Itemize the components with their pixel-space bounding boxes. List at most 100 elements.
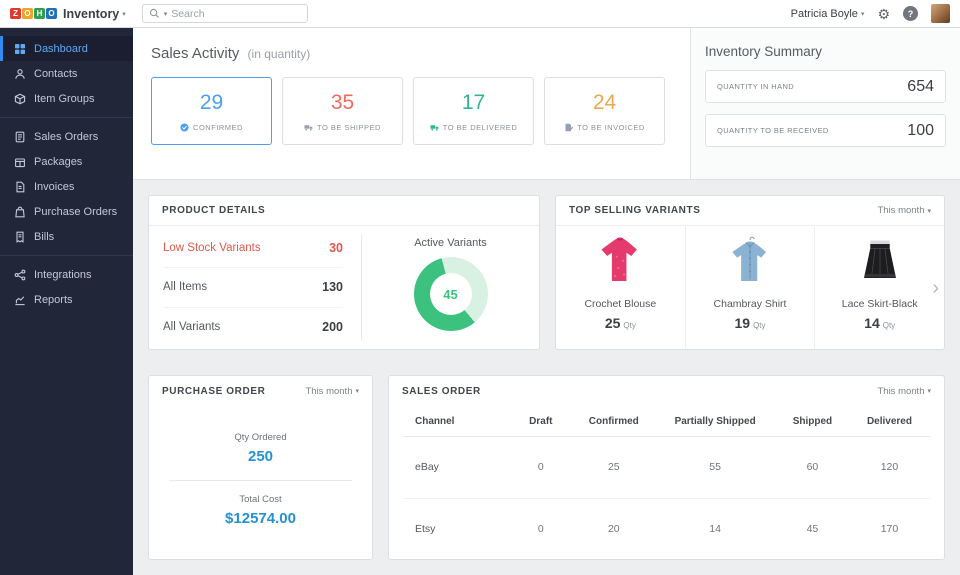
purchase-order-title: PURCHASE ORDER bbox=[162, 385, 266, 397]
top-selling-item-lace-skirt[interactable]: Lace Skirt-Black 14 Qty bbox=[815, 226, 944, 349]
sidebar-item-integrations[interactable]: Integrations bbox=[0, 262, 133, 287]
sidebar-item-label: Reports bbox=[34, 293, 73, 306]
purchase-order-card: PURCHASE ORDER This month ▾ Qty Ordered 2… bbox=[148, 375, 373, 560]
lace-skirt-image bbox=[855, 233, 905, 293]
top-selling-header: TOP SELLING VARIANTS This month ▾ bbox=[556, 196, 944, 226]
qty-ordered-label: Qty Ordered bbox=[234, 432, 287, 443]
topbar: Z O H O Inventory ▾ ▾ Patricia Boyle ▾ ⚙… bbox=[0, 0, 960, 28]
sales-activity-panel: Sales Activity (in quantity) 29 CONFIRME… bbox=[133, 28, 690, 179]
sidebar-item-purchase-orders[interactable]: Purchase Orders bbox=[0, 199, 133, 224]
active-variants-value: 45 bbox=[443, 286, 458, 302]
crochet-blouse-image bbox=[591, 233, 649, 293]
inventory-summary-panel: Inventory Summary QUANTITY IN HAND 654 Q… bbox=[690, 28, 960, 179]
top-selling-filter[interactable]: This month ▾ bbox=[877, 205, 931, 216]
bills-icon bbox=[13, 230, 26, 243]
delivery-truck-icon bbox=[430, 124, 439, 131]
active-variants-donut-hole: 45 bbox=[429, 273, 472, 315]
purchase-orders-icon bbox=[13, 205, 26, 218]
sidebar-item-label: Sales Orders bbox=[34, 130, 99, 143]
product-details-list: Low Stock Variants 30 All Items 130 All … bbox=[149, 226, 361, 349]
to-be-invoiced-card[interactable]: 24 TO BE INVOICED bbox=[544, 77, 665, 145]
sales-order-filter[interactable]: This month ▾ bbox=[877, 386, 931, 397]
active-variants-label: Active Variants bbox=[414, 237, 487, 249]
app-switcher-caret-icon[interactable]: ▾ bbox=[122, 10, 126, 18]
user-menu-caret-icon: ▾ bbox=[860, 10, 865, 18]
search-category-caret-icon[interactable]: ▾ bbox=[164, 10, 168, 18]
top-selling-item-crochet-blouse[interactable]: Crochet Blouse 25 Qty bbox=[556, 226, 686, 349]
search-icon bbox=[149, 8, 159, 18]
user-menu[interactable]: Patricia Boyle ▾ bbox=[791, 8, 865, 20]
sidebar-item-label: Item Groups bbox=[34, 92, 95, 105]
sidebar-item-label: Packages bbox=[34, 155, 83, 168]
packages-icon bbox=[13, 155, 26, 168]
logo-letter-z: Z bbox=[10, 8, 21, 19]
to-be-delivered-card[interactable]: 17 TO BE DELIVERED bbox=[413, 77, 534, 145]
total-cost-value: $12574.00 bbox=[225, 510, 296, 527]
purchase-order-body: Qty Ordered 250 Total Cost $12574.00 bbox=[149, 406, 372, 559]
to-be-delivered-count: 17 bbox=[461, 90, 486, 114]
sales-order-header: SALES ORDER This month ▾ bbox=[389, 376, 944, 406]
product-details-title: PRODUCT DETAILS bbox=[162, 205, 266, 216]
truck-icon bbox=[304, 124, 313, 131]
integrations-icon bbox=[13, 268, 26, 281]
confirmed-card[interactable]: 29 CONFIRMED bbox=[151, 77, 272, 145]
sidebar: Dashboard Contacts Item Groups Sales Ord… bbox=[0, 28, 133, 575]
item-groups-icon bbox=[13, 92, 26, 105]
sidebar-item-label: Invoices bbox=[34, 180, 75, 193]
sidebar-item-invoices[interactable]: Invoices bbox=[0, 174, 133, 199]
quantity-to-be-received-value: 100 bbox=[907, 121, 934, 139]
sidebar-item-bills[interactable]: Bills bbox=[0, 224, 133, 249]
to-be-shipped-card[interactable]: 35 TO BE SHIPPED bbox=[282, 77, 403, 145]
table-row-ebay: eBay 0 25 55 60 120 bbox=[403, 437, 930, 499]
filter-caret-icon: ▾ bbox=[927, 207, 931, 215]
invoices-icon bbox=[13, 180, 26, 193]
sidebar-item-contacts[interactable]: Contacts bbox=[0, 61, 133, 86]
to-be-invoiced-count: 24 bbox=[592, 90, 617, 114]
user-avatar[interactable] bbox=[931, 4, 950, 23]
dashboard-icon bbox=[13, 42, 26, 55]
purchase-order-header: PURCHASE ORDER This month ▾ bbox=[149, 376, 372, 406]
quantity-in-hand-row: QUANTITY IN HAND 654 bbox=[705, 70, 946, 103]
to-be-shipped-label: TO BE SHIPPED bbox=[304, 123, 381, 132]
sidebar-separator bbox=[0, 249, 133, 262]
top-strip: Sales Activity (in quantity) 29 CONFIRME… bbox=[133, 28, 960, 180]
all-items-row[interactable]: All Items 130 bbox=[163, 268, 343, 308]
to-be-shipped-count: 35 bbox=[330, 90, 355, 114]
quantity-to-be-received-label: QUANTITY TO BE RECEIVED bbox=[717, 126, 829, 135]
sales-activity-title: Sales Activity (in quantity) bbox=[151, 45, 690, 62]
top-selling-item-chambray-shirt[interactable]: Chambray Shirt 19 Qty bbox=[686, 226, 816, 349]
confirmed-count: 29 bbox=[199, 90, 224, 114]
logo-letter-o1: O bbox=[22, 8, 33, 19]
purchase-order-filter[interactable]: This month ▾ bbox=[305, 386, 359, 397]
all-variants-row[interactable]: All Variants 200 bbox=[163, 308, 343, 346]
zoho-logo[interactable]: Z O H O Inventory ▾ bbox=[10, 7, 126, 21]
sidebar-item-label: Dashboard bbox=[34, 42, 88, 55]
carousel-next-icon[interactable]: › bbox=[930, 276, 941, 300]
total-cost-label: Total Cost bbox=[239, 494, 282, 505]
low-stock-variants-row[interactable]: Low Stock Variants 30 bbox=[163, 229, 343, 269]
sales-activity-cards: 29 CONFIRMED 35 TO BE SHIPPED 17 TO BE D… bbox=[151, 77, 690, 145]
sidebar-item-reports[interactable]: Reports bbox=[0, 287, 133, 312]
sidebar-item-sales-orders[interactable]: Sales Orders bbox=[0, 124, 133, 149]
sidebar-item-label: Integrations bbox=[34, 268, 92, 281]
sidebar-item-item-groups[interactable]: Item Groups bbox=[0, 86, 133, 111]
logo-letter-h: H bbox=[34, 8, 45, 19]
product-details-body: Low Stock Variants 30 All Items 130 All … bbox=[149, 226, 539, 349]
middle-row: PRODUCT DETAILS Low Stock Variants 30 Al… bbox=[148, 195, 945, 350]
table-row-etsy: Etsy 0 20 14 45 170 bbox=[415, 522, 899, 535]
help-icon[interactable]: ? bbox=[903, 6, 918, 21]
topbar-right: Patricia Boyle ▾ ⚙ ? bbox=[791, 4, 950, 23]
sales-activity-subtitle: (in quantity) bbox=[247, 47, 311, 61]
quantity-to-be-received-row: QUANTITY TO BE RECEIVED 100 bbox=[705, 114, 946, 147]
search-input[interactable] bbox=[171, 7, 301, 20]
quantity-in-hand-label: QUANTITY IN HAND bbox=[717, 82, 795, 91]
sidebar-item-label: Bills bbox=[34, 230, 55, 243]
top-selling-body: Crochet Blouse 25 Qty Chambray Shirt 19 … bbox=[556, 226, 944, 349]
sidebar-item-dashboard[interactable]: Dashboard bbox=[0, 36, 133, 61]
filter-caret-icon: ▾ bbox=[927, 388, 931, 395]
settings-gear-icon[interactable]: ⚙ bbox=[877, 7, 890, 21]
search-box[interactable]: ▾ bbox=[141, 4, 308, 23]
filter-caret-icon: ▾ bbox=[355, 388, 359, 395]
sidebar-item-packages[interactable]: Packages bbox=[0, 149, 133, 174]
contacts-icon bbox=[13, 67, 26, 80]
